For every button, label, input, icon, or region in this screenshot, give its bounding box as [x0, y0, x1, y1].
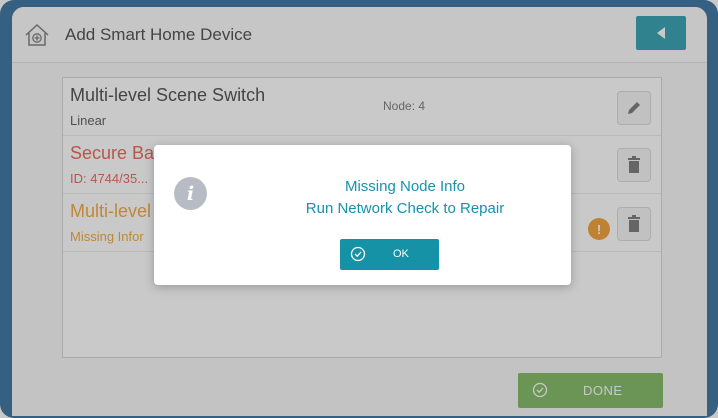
dialog-title: Missing Node Info [344, 178, 466, 195]
dialog-message: Run Network Check to Repair [305, 200, 505, 217]
missing-node-dialog: i Missing Node Info Run Network Check to… [154, 145, 571, 285]
check-circle-icon [350, 246, 366, 262]
ok-button[interactable]: OK [340, 239, 439, 270]
ok-label: OK [393, 248, 409, 260]
